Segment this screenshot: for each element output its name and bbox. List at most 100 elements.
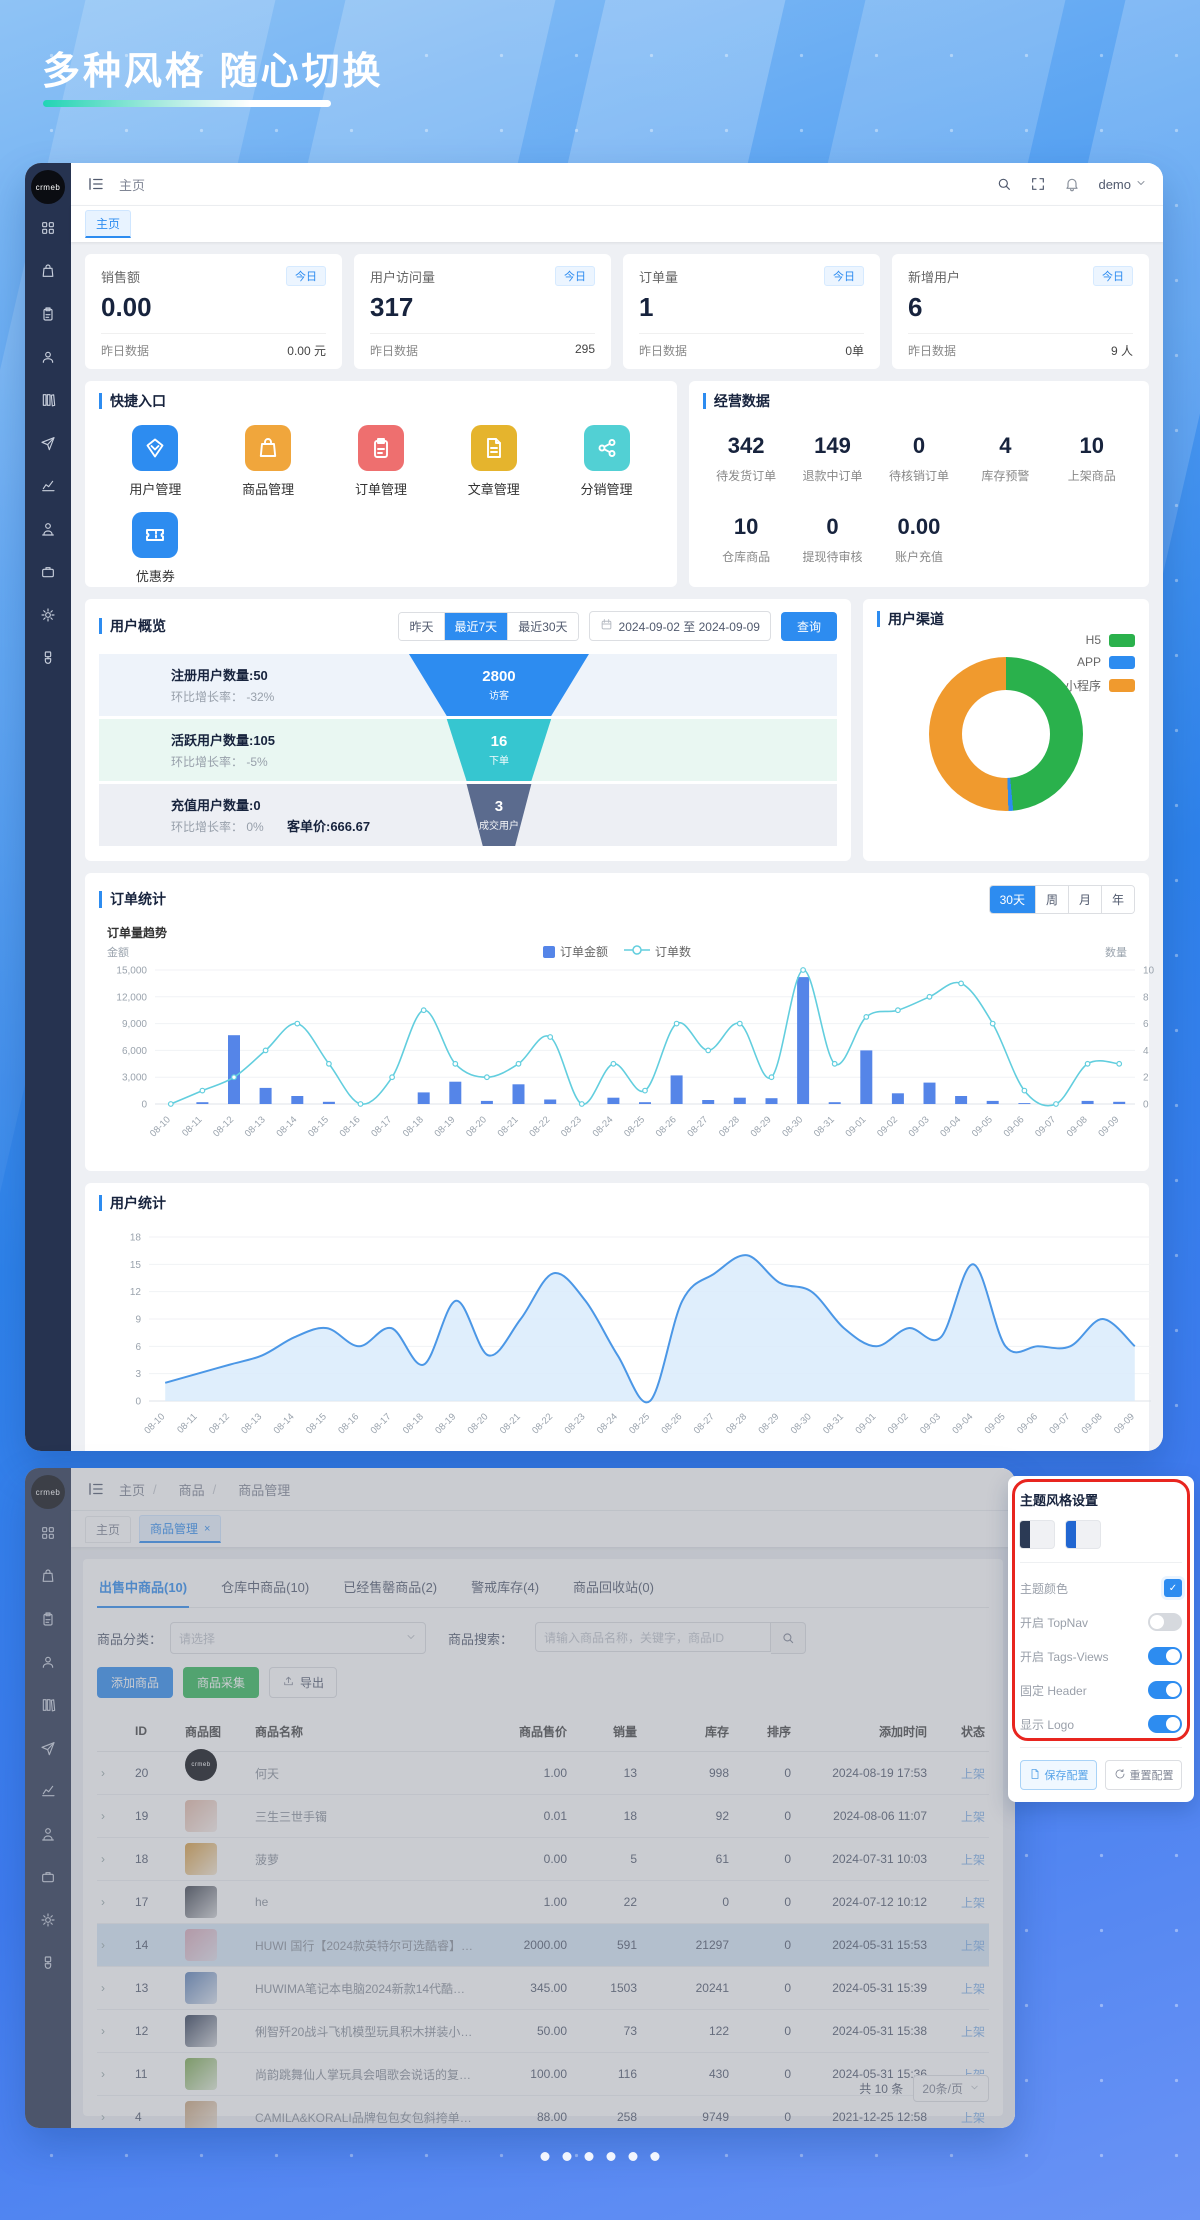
sidebar-item-statistics-icon[interactable]	[40, 478, 56, 494]
table-row[interactable]: › 14 HUWI 国行【2024款英特尔可选酷睿】金属笔记本电脑轻薄本大学生上…	[97, 1924, 989, 1967]
expand-row-icon[interactable]: ›	[97, 1852, 131, 1866]
table-row[interactable]: › 19 三生三世手镯 0.01 18 92 0 2024-08-06 11:0…	[97, 1795, 989, 1838]
close-icon[interactable]: ×	[204, 1523, 210, 1535]
fullscreen-icon[interactable]	[1030, 176, 1046, 192]
carousel-dot[interactable]	[607, 2152, 616, 2161]
legend-order-count[interactable]: 订单数	[624, 943, 691, 960]
toggle-固定 Header[interactable]	[1148, 1681, 1182, 1699]
dark-sidebar-theme[interactable]	[1020, 1521, 1054, 1548]
expand-row-icon[interactable]: ›	[97, 1938, 131, 1952]
legend-item[interactable]: 小程序	[1065, 677, 1135, 694]
query-button[interactable]: 查询	[781, 612, 837, 641]
table-row[interactable]: › 18 菠萝 0.00 5 61 0 2024-07-31 10:03 上架	[97, 1838, 989, 1881]
save-config-button[interactable]: 保存配置	[1020, 1760, 1097, 1790]
expand-row-icon[interactable]: ›	[97, 1766, 131, 1780]
sidebar-item-settings-icon[interactable]	[40, 607, 56, 623]
导出-button[interactable]: 导出	[269, 1667, 337, 1698]
expand-row-icon[interactable]: ›	[97, 2110, 131, 2124]
sidebar-item-applications-icon[interactable]	[40, 564, 56, 580]
legend-item[interactable]: APP	[1065, 655, 1135, 669]
expand-row-icon[interactable]: ›	[97, 1981, 131, 1995]
tab-商品回收站(0)[interactable]: 商品回收站(0)	[571, 1569, 656, 1607]
quick-entry-文章管理[interactable]: 文章管理	[468, 425, 520, 498]
sidebar-item-maintain-icon[interactable]	[40, 1955, 56, 1971]
table-row[interactable]: › 12 俐智歼20战斗飞机模型玩具积木拼装小颗粒立体3d拼插军事基地8836.…	[97, 2010, 989, 2053]
user-menu[interactable]: demo	[1098, 177, 1147, 192]
sidebar-item-dashboard-icon[interactable]	[40, 1525, 56, 1541]
tab-警戒库存(4)[interactable]: 警戒库存(4)	[469, 1569, 541, 1607]
collapse-menu-icon[interactable]	[87, 175, 105, 193]
tab-仓库中商品(10)[interactable]: 仓库中商品(10)	[219, 1569, 311, 1607]
toggle-显示 Logo[interactable]	[1148, 1715, 1182, 1733]
expand-row-icon[interactable]: ›	[97, 2024, 131, 2038]
carousel-dot[interactable]	[563, 2152, 572, 2161]
reset-config-button[interactable]: 重置配置	[1105, 1760, 1182, 1790]
sidebar-item-dashboard-icon[interactable]	[40, 220, 56, 236]
range-button[interactable]: 月	[1069, 886, 1102, 913]
carousel-dot[interactable]	[585, 2152, 594, 2161]
notification-bell-icon[interactable]	[1064, 176, 1080, 192]
table-row[interactable]: › 13 HUWIMA笔记本电脑2024新款14代酷睿娱乐版英特尔酷睿i7独显4…	[97, 1967, 989, 2010]
date-range-input[interactable]: 2024-09-02 至 2024-09-09	[589, 611, 771, 641]
breadcrumb-home[interactable]: 主页	[119, 175, 145, 194]
theme-color-swatch[interactable]: ✓	[1164, 1579, 1182, 1597]
sidebar-item-distribution-icon[interactable]	[40, 521, 56, 537]
商品采集-button[interactable]: 商品采集	[183, 1667, 259, 1698]
category-select[interactable]: 请选择	[170, 1622, 426, 1654]
toggle-开启 Tags-Views[interactable]	[1148, 1647, 1182, 1665]
breadcrumb-item[interactable]: 商品管理	[238, 1480, 290, 1499]
sidebar-item-goods-icon[interactable]	[40, 1568, 56, 1584]
tag-商品管理[interactable]: 商品管理×	[139, 1515, 221, 1543]
sidebar-item-applications-icon[interactable]	[40, 1869, 56, 1885]
sidebar-item-content-icon[interactable]	[40, 1697, 56, 1713]
quick-entry-优惠券[interactable]: 优惠券	[132, 512, 178, 585]
sidebar-item-users-icon[interactable]	[40, 349, 56, 365]
sidebar-item-statistics-icon[interactable]	[40, 1783, 56, 1799]
sidebar-item-maintain-icon[interactable]	[40, 650, 56, 666]
table-row[interactable]: › 17 he 1.00 22 0 0 2024-07-12 10:12 上架	[97, 1881, 989, 1924]
quick-entry-用户管理[interactable]: 用户管理	[129, 425, 181, 498]
app-logo[interactable]: crmeb	[31, 170, 65, 204]
carousel-dot[interactable]	[651, 2152, 660, 2161]
sidebar-item-distribution-icon[interactable]	[40, 1826, 56, 1842]
legend-item[interactable]: H5	[1065, 633, 1135, 647]
sidebar-item-content-icon[interactable]	[40, 392, 56, 408]
quick-entry-订单管理[interactable]: 订单管理	[355, 425, 407, 498]
quick-entry-分销管理[interactable]: 分销管理	[581, 425, 633, 498]
expand-row-icon[interactable]: ›	[97, 1809, 131, 1823]
quick-entry-商品管理[interactable]: 商品管理	[242, 425, 294, 498]
range-button[interactable]: 周	[1036, 886, 1069, 913]
tag-home[interactable]: 主页	[85, 210, 131, 238]
range-button[interactable]: 年	[1102, 886, 1134, 913]
range-button[interactable]: 昨天	[399, 613, 444, 640]
range-button[interactable]: 30天	[990, 886, 1036, 913]
sidebar-item-orders-icon[interactable]	[40, 306, 56, 322]
expand-row-icon[interactable]: ›	[97, 1895, 131, 1909]
tab-已经售罄商品(2)[interactable]: 已经售罄商品(2)	[341, 1569, 439, 1607]
sidebar-item-orders-icon[interactable]	[40, 1611, 56, 1627]
search-icon[interactable]	[996, 176, 1012, 192]
legend-order-amount[interactable]: 订单金额	[543, 943, 608, 960]
tag-主页[interactable]: 主页	[85, 1516, 131, 1543]
page-size-select[interactable]: 20条/页	[913, 2075, 989, 2102]
breadcrumb-item[interactable]: 主页	[119, 1480, 145, 1499]
range-button[interactable]: 最近30天	[508, 613, 577, 640]
sidebar-item-settings-icon[interactable]	[40, 1912, 56, 1928]
collapse-menu-icon[interactable]	[87, 1480, 105, 1498]
carousel-dot[interactable]	[629, 2152, 638, 2161]
blue-sidebar-theme[interactable]	[1066, 1521, 1100, 1548]
carousel-dot[interactable]	[541, 2152, 550, 2161]
breadcrumb-item[interactable]: 商品	[179, 1480, 205, 1499]
sidebar-item-marketing-icon[interactable]	[40, 1740, 56, 1756]
sidebar-item-users-icon[interactable]	[40, 1654, 56, 1670]
search-button[interactable]	[771, 1622, 806, 1654]
tab-出售中商品(10)[interactable]: 出售中商品(10)	[97, 1569, 189, 1608]
range-button[interactable]: 最近7天	[445, 613, 509, 640]
toggle-开启 TopNav[interactable]	[1148, 1613, 1182, 1631]
table-row[interactable]: › 20 crmeb 何天 1.00 13 998 0 2024-08-19 1…	[97, 1752, 989, 1795]
product-search-input[interactable]: 请输入商品名称，关键字，商品ID	[535, 1622, 771, 1652]
添加商品-button[interactable]: 添加商品	[97, 1667, 173, 1698]
app-logo[interactable]: crmeb	[31, 1475, 65, 1509]
sidebar-item-marketing-icon[interactable]	[40, 435, 56, 451]
sidebar-item-goods-icon[interactable]	[40, 263, 56, 279]
